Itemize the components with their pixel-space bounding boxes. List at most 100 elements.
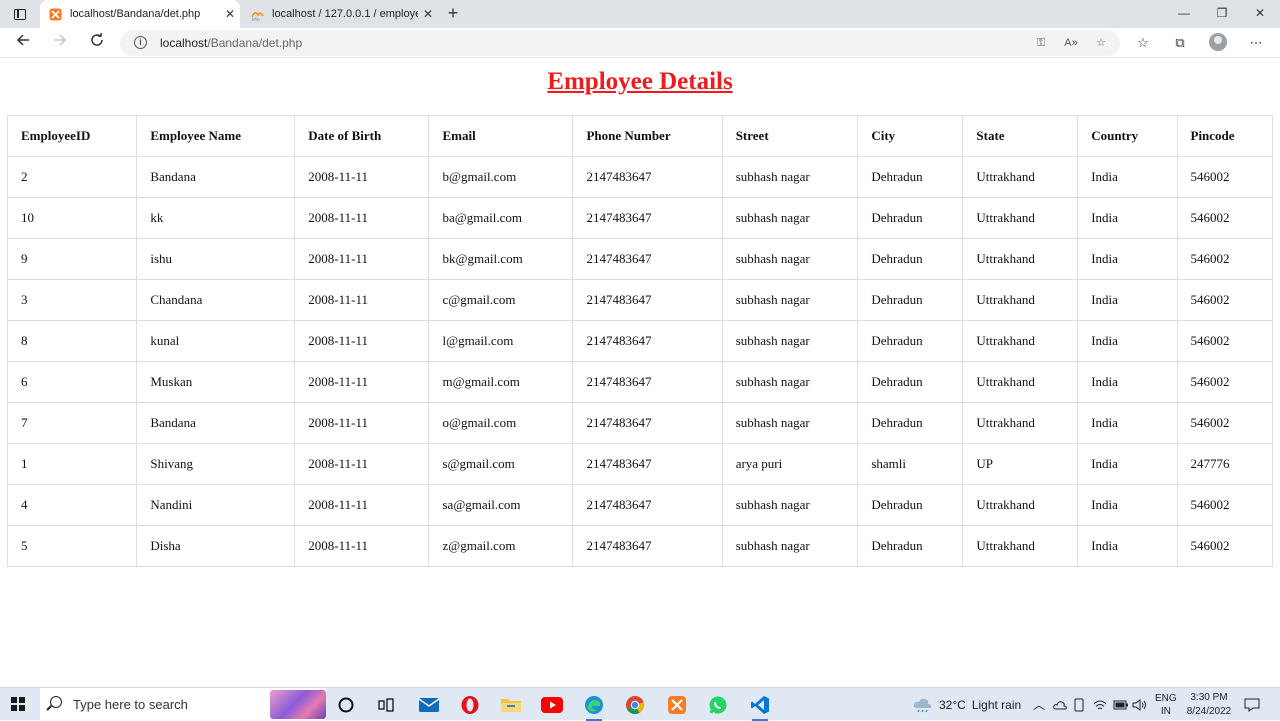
table-cell: kunal [136, 320, 296, 362]
tab-phpmyadmin[interactable]: php localhost / 127.0.0.1 / employee ✕ [242, 0, 438, 28]
read-aloud-icon[interactable]: A» [1063, 36, 1079, 50]
task-view-icon[interactable] [374, 693, 398, 717]
whatsapp-icon[interactable] [706, 693, 730, 717]
table-cell: m@gmail.com [428, 361, 574, 403]
table-cell: India [1077, 443, 1178, 485]
windows-start-icon[interactable] [11, 697, 25, 711]
table-row: 1 Shivang 2008-11-11 s@gmail.com 2147483647 a… [6, 443, 1273, 485]
youtube-icon[interactable] [540, 693, 564, 717]
url-host: localhost [160, 36, 208, 50]
table-cell: Dehradun [857, 197, 964, 239]
table-cell: Dehradun [857, 361, 964, 403]
cortana-icon[interactable] [334, 693, 358, 717]
table-cell: l@gmail.com [428, 320, 574, 362]
table-cell: Bandana [136, 402, 296, 444]
file-explorer-icon[interactable] [499, 693, 523, 717]
device-icon[interactable] [1073, 688, 1085, 721]
forward-button[interactable] [48, 32, 72, 54]
table-cell: 6 [6, 361, 138, 403]
show-hidden-icons-button[interactable]: ︿ [1033, 688, 1045, 721]
table-cell: subhash nagar [721, 156, 859, 198]
table-cell: Uttrakhand [962, 484, 1079, 526]
table-cell: 546002 [1176, 361, 1273, 403]
table-cell: India [1077, 361, 1178, 403]
edge-browser-icon[interactable] [582, 693, 606, 721]
table-cell: 9 [6, 238, 138, 280]
column-header: City [857, 115, 964, 157]
clock-time: 3:30 PM [1190, 691, 1228, 703]
tab-actions-button[interactable] [8, 4, 32, 24]
table-cell: 2008-11-11 [294, 238, 430, 280]
tab-title: localhost / 127.0.0.1 / employee [272, 8, 418, 20]
table-cell: 2008-11-11 [294, 320, 430, 362]
profile-avatar[interactable] [1209, 33, 1227, 51]
page-title: Employee Details [547, 68, 733, 95]
weather-temp: 32°C [939, 697, 966, 712]
favorites-icon[interactable]: ☆ [1134, 34, 1152, 52]
table-cell: subhash nagar [721, 361, 859, 403]
vscode-icon[interactable] [748, 693, 772, 721]
add-favorite-icon[interactable]: ☆ [1093, 36, 1109, 50]
table-cell: 546002 [1176, 525, 1273, 567]
wifi-icon[interactable] [1093, 688, 1107, 721]
minimize-button[interactable]: — [1169, 4, 1199, 24]
maximize-button[interactable]: ❐ [1207, 4, 1237, 24]
table-row: 10 kk 2008-11-11 ba@gmail.com 2147483647 subh… [6, 197, 1273, 239]
refresh-button[interactable] [85, 32, 109, 54]
table-cell: Uttrakhand [962, 197, 1079, 239]
battery-icon[interactable] [1113, 688, 1129, 721]
volume-icon[interactable] [1132, 688, 1148, 721]
table-cell: India [1077, 320, 1178, 362]
taskbar-search-box[interactable]: Type here to search [40, 688, 326, 721]
table-cell: 2147483647 [572, 197, 723, 239]
table-cell: c@gmail.com [428, 279, 574, 321]
table-row: 3 Chandana 2008-11-11 c@gmail.com 2147483647… [6, 279, 1273, 321]
tab-close-icon[interactable]: ✕ [220, 7, 240, 21]
svg-text:php: php [252, 16, 260, 21]
clock[interactable]: 3:30 PM 8/24/2022 [1185, 688, 1233, 721]
table-cell: subhash nagar [721, 484, 859, 526]
more-options-icon[interactable]: ⋯ [1247, 34, 1265, 52]
table-header-row: EmployeeID Employee Name Date of Birth Emai… [6, 115, 1273, 157]
column-header: Country [1077, 115, 1178, 157]
chrome-icon[interactable] [623, 693, 647, 717]
key-icon[interactable]: ⚿ [1033, 36, 1049, 50]
column-header: EmployeeID [6, 115, 138, 157]
lang-bottom: IN [1160, 705, 1171, 717]
mail-icon[interactable] [417, 693, 441, 717]
xampp-app-icon[interactable] [665, 693, 689, 717]
table-cell: India [1077, 279, 1178, 321]
new-tab-button[interactable]: + [442, 3, 464, 25]
table-cell: z@gmail.com [428, 525, 574, 567]
tab-close-icon[interactable]: ✕ [418, 7, 438, 21]
table-cell: ba@gmail.com [428, 197, 574, 239]
close-window-button[interactable]: ✕ [1245, 4, 1275, 24]
site-info-icon[interactable]: i [134, 36, 147, 49]
collections-icon[interactable]: ⧉ [1171, 34, 1189, 52]
back-button[interactable] [11, 32, 35, 54]
address-bar[interactable]: i localhost/Bandana/det.php ⚿ A» ☆ [120, 30, 1120, 56]
table-cell: Uttrakhand [962, 361, 1079, 403]
column-header: State [962, 115, 1079, 157]
table-cell: Uttrakhand [962, 320, 1079, 362]
language-indicator[interactable]: ENG IN [1155, 688, 1177, 721]
tab-actions-icon [14, 8, 26, 20]
table-cell: subhash nagar [721, 525, 859, 567]
table-cell: Chandana [136, 279, 296, 321]
table-cell: 1 [6, 443, 138, 485]
table-cell: ishu [136, 238, 296, 280]
table-cell: 2008-11-11 [294, 525, 430, 567]
table-row: 8 kunal 2008-11-11 l@gmail.com 2147483647 sub… [6, 320, 1273, 362]
tab-det-php[interactable]: localhost/Bandana/det.php ✕ [40, 0, 240, 28]
notifications-icon[interactable] [1244, 688, 1260, 721]
table-cell: subhash nagar [721, 279, 859, 321]
table-cell: Uttrakhand [962, 156, 1079, 198]
onedrive-icon[interactable] [1053, 688, 1067, 721]
table-cell: 2147483647 [572, 361, 723, 403]
table-cell: s@gmail.com [428, 443, 574, 485]
opera-icon[interactable] [458, 693, 482, 717]
column-header: Employee Name [136, 115, 296, 157]
table-cell: 546002 [1176, 320, 1273, 362]
weather-widget[interactable]: 32°C Light rain [912, 688, 1021, 721]
column-header: Date of Birth [294, 115, 430, 157]
